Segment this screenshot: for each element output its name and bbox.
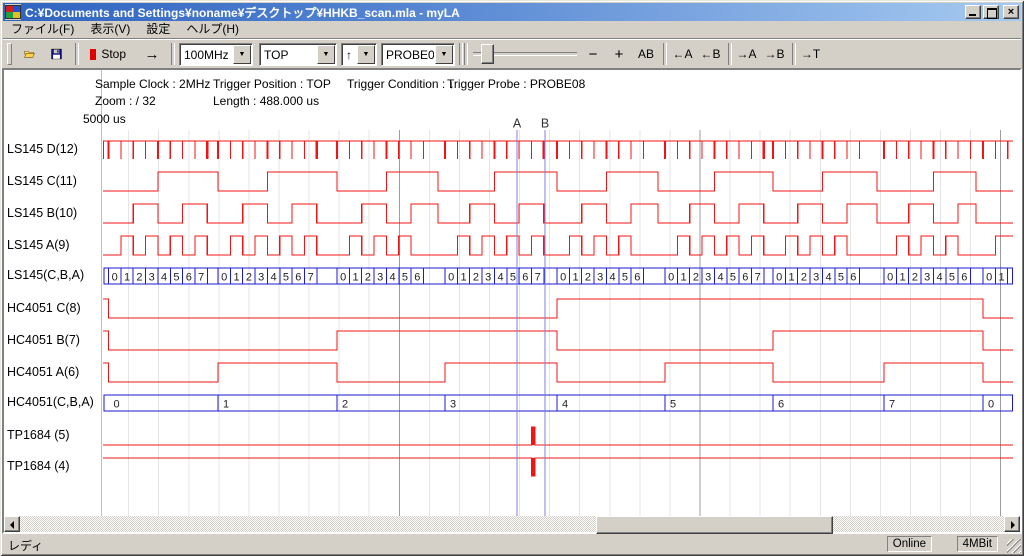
channel-label: LS145(C,B,A) — [7, 268, 84, 282]
set-cursor-b-button[interactable]: →B — [761, 42, 788, 66]
channel-label: LS145 C(11) — [7, 174, 77, 188]
minimize-icon — [969, 14, 976, 16]
plus-icon: + — [615, 46, 624, 63]
sample-clock-value: 100MHz — [180, 48, 232, 62]
left-arrow-a-icon: ←A — [673, 47, 693, 61]
minimize-button[interactable] — [965, 5, 981, 19]
right-arrow-a-icon: →A — [737, 47, 757, 61]
menu-item-1[interactable]: 表示(V) — [82, 21, 138, 38]
statusbar: レディ Online 4MBit — [2, 534, 1022, 554]
trigger-position-combo[interactable]: TOP ▼ — [259, 43, 337, 66]
sample-clock-combo[interactable]: 100MHz ▼ — [179, 43, 253, 66]
goto-trigger-button[interactable]: →T — [797, 42, 824, 66]
trigger-probe-info: Trigger Probe : PROBE08 — [447, 77, 585, 91]
channel-label: TP1684 (5) — [7, 428, 70, 442]
trigger-condition-info: Trigger Condition : ↓ — [347, 77, 455, 91]
open-file-button[interactable] — [17, 42, 42, 66]
maximize-button[interactable] — [983, 5, 999, 19]
length-info: Length : 488.000 us — [213, 94, 319, 108]
stop-button[interactable]: Stop — [83, 42, 133, 66]
scale-label: 5000 us — [83, 112, 126, 126]
menu-item-0[interactable]: ファイル(F) — [3, 21, 82, 38]
zoom-in-button[interactable]: + — [607, 42, 631, 66]
trigger-position-info: Trigger Position : TOP — [213, 77, 331, 91]
close-button[interactable]: × — [1003, 5, 1019, 19]
toolbar-separator — [459, 43, 463, 65]
toolbar: Stop → 100MHz ▼ TOP ▼ ↑ ▼ PROBE00 ▼ − + … — [3, 38, 1021, 69]
save-floppy-icon — [51, 46, 62, 62]
menu-item-2[interactable]: 設定 — [138, 21, 178, 38]
probe-combo[interactable]: PROBE00 ▼ — [381, 43, 455, 66]
right-arrow-b-icon: →B — [765, 47, 785, 61]
scroll-left-button[interactable] — [4, 516, 20, 532]
chevron-down-icon[interactable]: ▼ — [435, 45, 453, 64]
toolbar-separator — [792, 43, 796, 65]
toolbar-separator — [171, 43, 175, 65]
left-triangle-icon — [10, 521, 14, 529]
zoom-out-button[interactable]: − — [581, 42, 605, 66]
toolbar-separator — [728, 43, 732, 65]
menu-item-3[interactable]: ヘルプ(H) — [178, 21, 247, 38]
titlebar[interactable]: C:¥Documents and Settings¥noname¥デスクトップ¥… — [3, 3, 1021, 21]
status-memory-badge: 4MBit — [957, 536, 998, 552]
toolbar-separator — [464, 43, 468, 65]
save-button[interactable] — [44, 42, 69, 66]
stop-label: Stop — [101, 47, 126, 61]
trigger-edge-combo[interactable]: ↑ ▼ — [341, 43, 377, 66]
right-arrow-t-icon: →T — [801, 47, 820, 61]
channel-label: TP1684 (4) — [7, 459, 70, 473]
toolbar-grip[interactable] — [7, 43, 12, 65]
maximize-icon — [987, 8, 997, 19]
zoom-slider-thumb[interactable] — [481, 44, 494, 64]
channel-label: HC4051 C(8) — [7, 301, 81, 315]
probe-value: PROBE00 — [382, 48, 434, 62]
toolbar-separator — [663, 43, 667, 65]
channel-label: HC4051 A(6) — [7, 365, 79, 379]
goto-cursor-a-button[interactable]: ←A — [669, 42, 696, 66]
waveform-client-area — [2, 68, 1022, 534]
run-button[interactable]: → — [139, 42, 165, 66]
channel-label: LS145 B(10) — [7, 206, 77, 220]
channel-label: HC4051(C,B,A) — [7, 395, 94, 409]
trigger-edge-value: ↑ — [342, 48, 356, 62]
toolbar-separator — [75, 43, 79, 65]
menubar: ファイル(F)表示(V)設定ヘルプ(H) — [3, 21, 1021, 38]
chevron-down-icon[interactable]: ▼ — [357, 45, 375, 64]
ab-label: AB — [638, 47, 654, 61]
set-cursor-a-button[interactable]: →A — [733, 42, 760, 66]
close-icon: × — [1004, 5, 1018, 19]
status-online-badge: Online — [887, 536, 932, 552]
zoom-ab-button[interactable]: AB — [633, 42, 659, 66]
resize-grip[interactable] — [1007, 539, 1021, 553]
minus-icon: − — [589, 46, 598, 63]
run-arrow-icon: → — [145, 46, 160, 63]
scrollbar-thumb[interactable] — [596, 516, 833, 534]
channel-label: LS145 D(12) — [7, 142, 78, 156]
zoom-info: Zoom : / 32 — [95, 94, 156, 108]
right-triangle-icon — [1011, 521, 1015, 529]
status-ready-text: レディ — [8, 537, 43, 554]
goto-cursor-b-button[interactable]: ←B — [697, 42, 724, 66]
app-icon — [5, 4, 21, 20]
window-title: C:¥Documents and Settings¥noname¥デスクトップ¥… — [25, 4, 965, 21]
sample-clock-info: Sample Clock : 2MHz — [95, 77, 210, 91]
chevron-down-icon[interactable]: ▼ — [317, 45, 335, 64]
horizontal-scrollbar[interactable] — [4, 516, 1020, 532]
channel-label: LS145 A(9) — [7, 238, 70, 252]
trigger-position-value: TOP — [260, 48, 316, 62]
app-window: C:¥Documents and Settings¥noname¥デスクトップ¥… — [0, 0, 1024, 556]
stop-icon — [90, 49, 96, 60]
scroll-right-button[interactable] — [1004, 516, 1020, 532]
channel-label: HC4051 B(7) — [7, 333, 80, 347]
open-folder-icon — [24, 46, 35, 62]
left-arrow-b-icon: ←B — [701, 47, 721, 61]
chevron-down-icon[interactable]: ▼ — [233, 45, 251, 64]
